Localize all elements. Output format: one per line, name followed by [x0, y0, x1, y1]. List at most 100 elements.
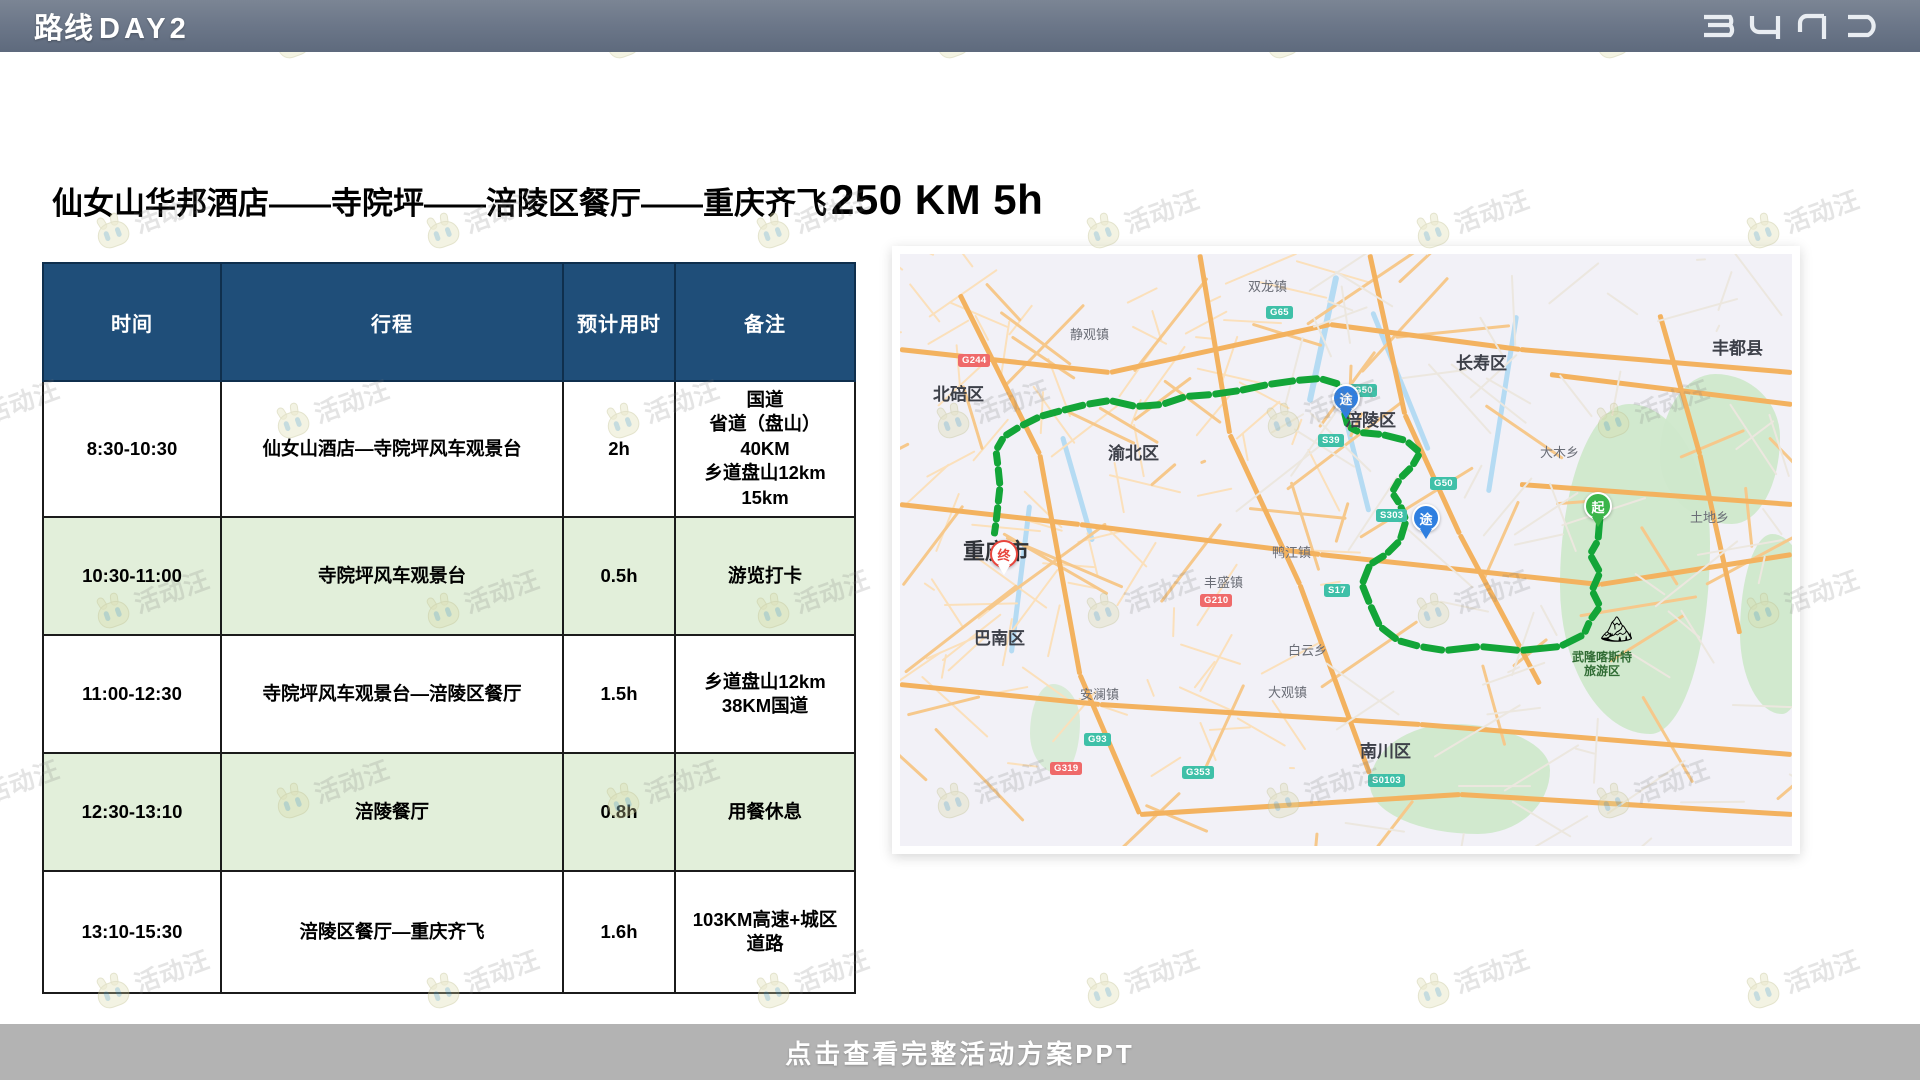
road-minor — [1046, 604, 1061, 657]
road-shield: S17 — [1324, 584, 1350, 597]
route-segment — [994, 485, 1004, 505]
map-place-label: 丰盛镇 — [1204, 575, 1244, 590]
road-minor — [1235, 400, 1282, 441]
road-rural — [1626, 837, 1653, 846]
road-minor — [927, 318, 970, 345]
slide-root: 路线 DAY2 仙女山华邦酒店——寺院坪——涪陵区餐厅——重庆齐飞 250 KM … — [0, 0, 1920, 1080]
map-marker-label: 途 — [1339, 391, 1353, 407]
watermark: 活动汪 — [1738, 940, 1865, 1016]
cell-time: 12:30-13:10 — [42, 752, 222, 873]
map-place-label: 南川区 — [1360, 742, 1411, 761]
road-minor — [908, 283, 942, 324]
cell-time: 8:30-10:30 — [42, 379, 222, 519]
road-arterial — [902, 504, 965, 587]
route-summary-text: 仙女山华邦酒店——寺院坪——涪陵区餐厅——重庆齐飞 — [52, 186, 827, 221]
route-segment — [1419, 642, 1446, 654]
cta-banner[interactable]: 点击查看完整活动方案PPT — [0, 1024, 1920, 1080]
road-rural — [1453, 832, 1466, 846]
table-row: 11:00-12:30 寺院坪风车观景台—涪陵区餐厅 1.5h 乡道盘山12km… — [42, 634, 856, 755]
cell-trip: 涪陵区餐厅—重庆齐飞 — [220, 870, 564, 995]
road-arterial — [900, 442, 910, 487]
cell-duration: 1.5h — [562, 634, 676, 755]
watermark: 活动汪 — [1078, 940, 1205, 1016]
road-arterial — [1099, 791, 1182, 846]
watermark-mascot-icon — [1078, 969, 1127, 1015]
cell-note: 103KM高速+城区 道路 — [674, 870, 856, 995]
route-segment — [1267, 376, 1297, 388]
road-minor — [900, 254, 935, 256]
watermark-text: 活动汪 — [1120, 945, 1204, 999]
road-rural — [1513, 532, 1564, 546]
route-summary-distance: 250 KM 5h — [831, 176, 1044, 223]
map-marker-via[interactable]: 途 — [1412, 504, 1440, 532]
cell-duration: 2h — [562, 379, 676, 519]
column-header-trip: 行程 — [220, 262, 564, 382]
road-arterial — [1200, 458, 1207, 464]
table-row: 8:30-10:30 仙女山酒店—寺院坪风车观景台 2h 国道 省道（盘山） 4… — [42, 379, 856, 519]
map-place-label: 大观镇 — [1268, 685, 1308, 700]
road-arterial — [1150, 462, 1177, 487]
table-row: 10:30-11:00 寺院坪风车观景台 0.5h 游览打卡 — [42, 516, 856, 637]
route-segment — [1444, 642, 1481, 654]
watermark-text: 活动汪 — [1450, 185, 1534, 239]
road-shield: G93 — [1084, 733, 1111, 746]
watermark-mascot-icon — [1738, 969, 1787, 1015]
road-rural — [1715, 324, 1721, 333]
road-minor — [1113, 461, 1125, 514]
road-arterial — [1308, 832, 1319, 846]
column-header-duration: 预计用时 — [562, 262, 676, 382]
route-map-panel[interactable]: 🏔 武隆喀斯特 旅游区 静观镇北碚区渝北区双龙镇长寿区丰都县重庆市丰盛镇巴南区安… — [892, 246, 1800, 854]
map-place-label: 静观镇 — [1070, 327, 1110, 342]
map-marker-start[interactable]: 起 — [1584, 492, 1612, 520]
map-place-label: 安澜镇 — [1080, 687, 1120, 702]
map-marker-end[interactable]: 终 — [990, 540, 1018, 568]
road-rural — [1732, 254, 1783, 317]
road-shield: S303 — [1376, 509, 1408, 522]
road-minor — [925, 449, 976, 478]
route-segment — [992, 434, 1008, 452]
map-marker-label: 途 — [1419, 511, 1433, 527]
route-segment — [1211, 386, 1241, 398]
cell-trip: 寺院坪风车观景台—涪陵区餐厅 — [220, 634, 564, 755]
column-header-note: 备注 — [674, 262, 856, 382]
route-segment — [1519, 642, 1561, 654]
road-minor — [900, 263, 905, 271]
road-minor — [943, 602, 1018, 607]
route-summary-title: 仙女山华邦酒店——寺院坪——涪陵区餐厅——重庆齐飞 250 KM 5h — [52, 176, 1043, 224]
road-rural — [1457, 784, 1531, 787]
route-segment — [992, 503, 1002, 523]
map-place-label: 巴南区 — [974, 629, 1025, 648]
watermark-text: 活动汪 — [1780, 185, 1864, 239]
map-place-label: 大木乡 — [1540, 445, 1580, 460]
road-shield: G50 — [1430, 477, 1457, 490]
road-minor — [1116, 541, 1158, 607]
page-title: 路线 DAY2 — [34, 5, 190, 47]
map-marker-via[interactable]: 途 — [1332, 384, 1360, 412]
road-rural — [1716, 270, 1733, 311]
watermark-text: 活动汪 — [1450, 945, 1534, 999]
road-minor — [956, 254, 974, 268]
road-rural — [1547, 262, 1600, 305]
road-arterial — [999, 311, 1072, 367]
map-place-label: 长寿区 — [1456, 354, 1507, 373]
road-arterial — [933, 727, 1025, 823]
road-minor — [1006, 762, 1039, 768]
road-arterial — [900, 689, 928, 782]
watermark: 活动汪 — [1408, 940, 1535, 1016]
header-bar: 路线 DAY2 — [0, 0, 1920, 52]
route-segment — [1366, 602, 1384, 628]
road-minor — [1146, 678, 1156, 698]
page-title-day: DAY2 — [99, 13, 190, 45]
page-title-cn: 路线 — [34, 13, 95, 45]
table-row: 12:30-13:10 涪陵餐厅 0.8h 用餐休息 — [42, 752, 856, 873]
map-marker-label: 起 — [1591, 499, 1605, 515]
route-segment — [992, 449, 1002, 467]
map-place-label: 鸭江镇 — [1272, 545, 1312, 560]
map-place-label: 北碚区 — [933, 385, 984, 404]
cell-note: 游览打卡 — [674, 516, 856, 637]
road-shield: S39 — [1318, 434, 1344, 447]
route-map-canvas[interactable]: 🏔 武隆喀斯特 旅游区 静观镇北碚区渝北区双龙镇长寿区丰都县重庆市丰盛镇巴南区安… — [900, 254, 1792, 846]
route-segment — [1381, 430, 1407, 444]
road-shield: G210 — [1200, 594, 1233, 607]
road-minor — [1184, 310, 1228, 335]
